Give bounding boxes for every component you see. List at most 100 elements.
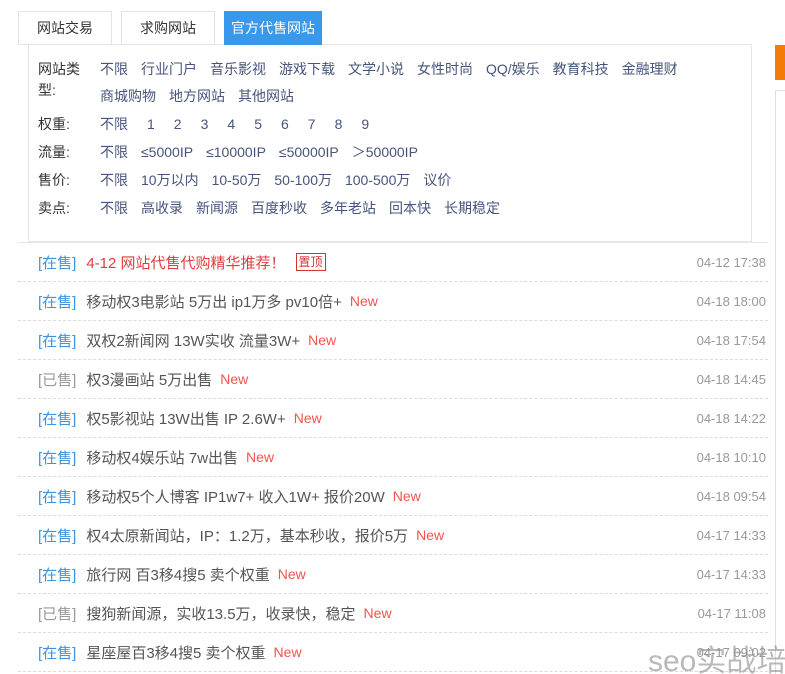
new-label: New: [246, 449, 274, 465]
filter-option[interactable]: 7: [308, 114, 316, 135]
filter-options: 不限高收录新闻源百度秒收多年老站回本快长期稳定: [100, 198, 500, 219]
filter-option[interactable]: 地方网站: [169, 86, 225, 107]
new-label: New: [278, 566, 306, 582]
status-tag: [在售]: [38, 642, 76, 663]
listing-row: [已售] 权3漫画站 5万出售 New 04-18 14:45: [18, 360, 768, 399]
filter-option[interactable]: ≤10000IP: [206, 142, 266, 163]
filter-option[interactable]: 4: [227, 114, 235, 135]
filter-options: 不限 123456789: [100, 114, 369, 135]
listing-title-link[interactable]: 旅行网 百3移4搜5 卖个权重: [86, 564, 269, 585]
filter-option[interactable]: 金融理财: [622, 59, 678, 80]
filter-option[interactable]: 50-100万: [274, 170, 332, 191]
listing-title-link[interactable]: 搜狗新闻源，实收13.5万，收录快，稳定: [86, 603, 355, 624]
listing-title-link[interactable]: 移动权4娱乐站 7w出售: [86, 447, 238, 468]
filter-option[interactable]: 新闻源: [196, 198, 238, 219]
filter-option[interactable]: 高收录: [141, 198, 183, 219]
listing-title-link[interactable]: 权4太原新闻站，IP：1.2万，基本秒收，报价5万: [86, 525, 408, 546]
filter-option[interactable]: 不限: [100, 170, 128, 191]
listing-title-link[interactable]: 双权2新闻网 13W实收 流量3W+: [86, 330, 300, 351]
listing-timestamp: 04-18 14:45: [697, 372, 766, 387]
filter-option[interactable]: 不限: [100, 114, 128, 135]
filter-option[interactable]: ≤50000IP: [279, 142, 339, 163]
new-label: New: [294, 410, 322, 426]
filter-option[interactable]: 1: [147, 114, 155, 135]
listing-row: [在售] 星座屋百3移4搜5 卖个权重 New 04-17 09:02: [18, 633, 768, 672]
listing-row: [在售] 旅行网 百3移4搜5 卖个权重 New 04-17 14:33: [18, 555, 768, 594]
filter-option[interactable]: 5: [254, 114, 262, 135]
tab-2[interactable]: 求购网站: [121, 11, 215, 45]
filter-option[interactable]: 多年老站: [320, 198, 376, 219]
filter-option[interactable]: ≤5000IP: [141, 142, 193, 163]
listing-timestamp: 04-18 09:54: [697, 489, 766, 504]
filter-label: 权重:: [38, 114, 88, 135]
status-tag: [在售]: [38, 525, 76, 546]
new-label: New: [220, 371, 248, 387]
new-label: New: [274, 644, 302, 660]
listing-title-link[interactable]: 移动权3电影站 5万出 ip1万多 pv10倍+: [86, 291, 342, 312]
filter-option[interactable]: 商城购物: [100, 86, 156, 107]
status-tag: [在售]: [38, 486, 76, 507]
status-tag: [在售]: [38, 291, 76, 312]
filter-option[interactable]: 行业门户: [141, 59, 197, 80]
filter-label: 卖点:: [38, 198, 88, 219]
filter-option[interactable]: 9: [361, 114, 369, 135]
listing-table: [在售]4-12 网站代售代购精华推荐！置顶04-12 17:38[在售]移动权…: [18, 242, 768, 672]
filter-option[interactable]: 6: [281, 114, 289, 135]
status-tag: [在售]: [38, 564, 76, 585]
listing-row: [已售]搜狗新闻源，实收13.5万，收录快，稳定New04-17 11:08: [18, 594, 768, 633]
status-tag: [在售]: [38, 330, 76, 351]
status-tag: [已售]: [38, 603, 76, 624]
filter-option[interactable]: 其他网站: [238, 86, 294, 107]
filter-option[interactable]: 游戏下载: [279, 59, 335, 80]
new-label: New: [416, 527, 444, 543]
filter-option[interactable]: 回本快: [389, 198, 431, 219]
filter-option[interactable]: 100-500万: [345, 170, 410, 191]
filter-options: 不限 10万以内 10-50万 50-100万 100-500万议价: [100, 170, 451, 191]
filter-option[interactable]: 百度秒收: [251, 198, 307, 219]
filter-option[interactable]: 教育科技: [553, 59, 609, 80]
filter-label: 流量:: [38, 142, 88, 163]
filter-option[interactable]: 文学小说: [348, 59, 404, 80]
status-tag: [在售]: [38, 408, 76, 429]
listing-row: [在售]权4太原新闻站，IP：1.2万，基本秒收，报价5万New04-17 14…: [18, 516, 768, 555]
filter-option[interactable]: 不限: [100, 59, 128, 80]
filter-option[interactable]: 8: [335, 114, 343, 135]
status-tag: [在售]: [38, 447, 76, 468]
right-edge-neighbor-panel: [775, 90, 785, 674]
listing-row: [在售]4-12 网站代售代购精华推荐！置顶04-12 17:38: [18, 243, 768, 282]
filter-panel: 网站类型:不限行业门户音乐影视游戏下载文学小说女性时尚QQ/娱乐教育科技金融理财…: [28, 44, 752, 242]
tab-1[interactable]: 网站交易: [18, 11, 112, 45]
filter-option[interactable]: 10-50万: [212, 170, 262, 191]
listing-timestamp: 04-18 17:54: [697, 333, 766, 348]
listing-title-link[interactable]: 移动权5个人博客 IP1w7+ 收入1W+ 报价20W: [86, 486, 384, 507]
listing-row: [在售]权5影视站 13W出售 IP 2.6W+New04-18 14:22: [18, 399, 768, 438]
listing-timestamp: 04-12 17:38: [697, 255, 766, 270]
filter-option[interactable]: 女性时尚: [417, 59, 473, 80]
filter-option[interactable]: QQ/娱乐: [486, 59, 540, 80]
filter-option[interactable]: 2: [174, 114, 182, 135]
filter-option[interactable]: 议价: [423, 170, 451, 191]
listing-row: [在售]移动权3电影站 5万出 ip1万多 pv10倍+New04-18 18:…: [18, 282, 768, 321]
listing-timestamp: 04-17 14:33: [697, 567, 766, 582]
listing-timestamp: 04-17 09:02: [697, 645, 766, 660]
filter-row-5: 卖点: 不限高收录新闻源百度秒收多年老站回本快长期稳定: [38, 198, 751, 219]
filter-option[interactable]: 不限: [100, 142, 128, 163]
filter-option[interactable]: 3: [201, 114, 209, 135]
filter-option[interactable]: 音乐影视: [210, 59, 266, 80]
listing-title-link[interactable]: 星座屋百3移4搜5 卖个权重: [86, 642, 265, 663]
listing-row: [在售]双权2新闻网 13W实收 流量3W+New04-18 17:54: [18, 321, 768, 360]
listing-title-link[interactable]: 权5影视站 13W出售 IP 2.6W+: [86, 408, 285, 429]
filter-option[interactable]: 10万以内: [141, 170, 199, 191]
filter-options: 不限行业门户音乐影视游戏下载文学小说女性时尚 QQ/娱乐教育科技金融理财商城购物地…: [100, 59, 700, 107]
filter-option[interactable]: 长期稳定: [444, 198, 500, 219]
listing-title-link[interactable]: 权3漫画站 5万出售: [86, 369, 212, 390]
status-tag: [已售]: [38, 369, 76, 390]
listing-title-link[interactable]: 4-12 网站代售代购精华推荐！: [86, 252, 285, 273]
filter-options: 不限 ≤5000IP ≤10000IP ≤50000IP ＞50000IP: [100, 142, 418, 163]
tab-3[interactable]: 官方代售网站: [224, 11, 322, 45]
listing-timestamp: 04-18 10:10: [697, 450, 766, 465]
filter-option[interactable]: ＞50000IP: [352, 142, 418, 163]
listing-timestamp: 04-17 11:08: [698, 606, 766, 621]
status-tag: [在售]: [38, 252, 76, 273]
filter-option[interactable]: 不限: [100, 198, 128, 219]
